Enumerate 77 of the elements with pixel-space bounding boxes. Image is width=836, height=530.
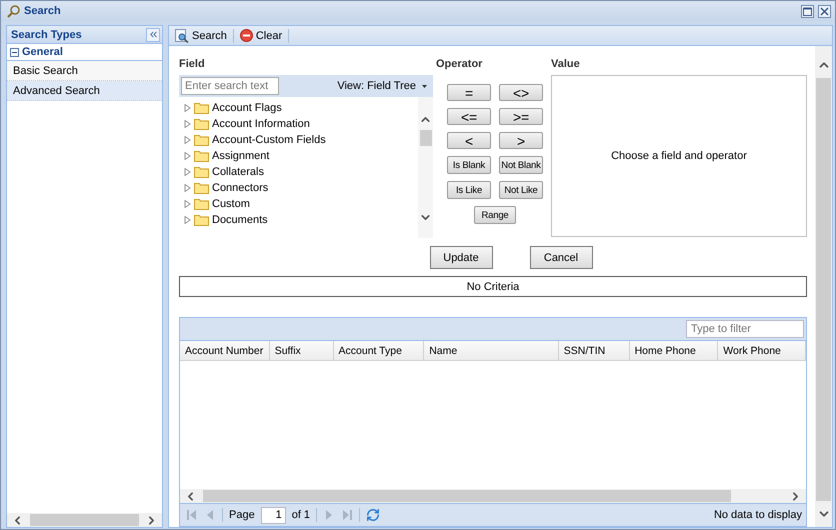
field-label: Field — [179, 58, 206, 71]
horizontal-scrollbar[interactable] — [7, 513, 162, 527]
toolbar-button[interactable]: Clear — [238, 28, 284, 43]
folder-icon — [194, 182, 209, 194]
collapse-button[interactable] — [146, 28, 160, 42]
value-message: Choose a field and operator — [611, 150, 747, 162]
page-field[interactable]: 1 — [260, 506, 286, 524]
search-field[interactable]: Enter search text — [181, 77, 279, 95]
column-header[interactable]: Home Phone — [630, 341, 718, 360]
toolbar-button[interactable]: Search — [173, 28, 229, 44]
close-icon — [820, 6, 829, 16]
tree-item[interactable]: Account Information — [179, 116, 418, 132]
restore-icon — [803, 6, 812, 16]
tree-item[interactable]: Collaterals — [179, 164, 418, 180]
folder-icon — [194, 102, 209, 114]
tree-item[interactable]: Account-Custom Fields — [179, 132, 418, 148]
tree-item[interactable]: Account Flags — [179, 100, 418, 116]
operator-button[interactable]: Not Blank — [499, 156, 543, 174]
filter-field[interactable]: Type to filter — [686, 320, 804, 338]
tree-item[interactable]: Custom — [179, 196, 418, 212]
vertical-scrollbar[interactable] — [418, 97, 433, 238]
column-header[interactable]: Suffix — [270, 341, 334, 360]
page-count: of 1 — [292, 509, 310, 521]
column-header[interactable]: Account Type — [334, 341, 424, 360]
operator-button[interactable]: Is Blank — [447, 156, 491, 174]
operator-label: Operator — [436, 58, 484, 71]
scrollbar-thumb[interactable] — [203, 490, 731, 502]
folder-icon — [194, 214, 209, 226]
tree-item[interactable]: Documents — [179, 212, 418, 228]
operator-button[interactable]: Range — [474, 206, 516, 224]
column-header[interactable]: Name — [424, 341, 559, 360]
column-header[interactable]: Work Phone — [718, 341, 806, 360]
operator-button[interactable]: = — [447, 84, 491, 101]
folder-icon — [194, 118, 209, 130]
view-dropdown[interactable]: View: Field Tree — [337, 80, 427, 92]
operator-button[interactable]: <= — [447, 108, 491, 125]
double-chevron-icon — [148, 29, 158, 40]
tree-item[interactable]: Connectors — [179, 180, 418, 196]
caret-icon — [422, 84, 427, 88]
column-header[interactable]: SSN/TIN — [558, 341, 630, 360]
column-header[interactable]: Account Number — [180, 341, 270, 360]
window-title: Search — [24, 5, 62, 17]
operator-button[interactable]: Not Like — [499, 181, 543, 199]
minus-circle-icon — [240, 29, 253, 42]
restore-button[interactable] — [801, 4, 814, 18]
search-icon — [175, 28, 189, 42]
scrollbar-thumb[interactable] — [816, 78, 831, 501]
sidebar-title: Search Types — [11, 28, 82, 40]
vertical-scrollbar[interactable] — [815, 46, 832, 527]
scrollbar-thumb[interactable] — [30, 514, 139, 526]
page-label: Page — [229, 509, 255, 521]
refresh-icon[interactable] — [366, 508, 380, 522]
close-button[interactable] — [818, 4, 831, 18]
folder-icon — [194, 150, 209, 162]
paging-status: No data to display — [714, 509, 802, 521]
sidebar-item[interactable]: Advanced Search — [7, 81, 162, 101]
horizontal-scrollbar[interactable] — [180, 489, 806, 503]
operator-button[interactable]: < — [447, 132, 491, 149]
folder-icon — [194, 166, 209, 178]
tree-item[interactable]: Assignment — [179, 148, 418, 164]
folder-icon — [194, 134, 209, 146]
scrollbar-thumb[interactable] — [420, 130, 432, 146]
criteria-box: No Criteria — [179, 276, 807, 297]
operator-button[interactable]: >= — [499, 108, 543, 125]
magnifier-icon — [7, 4, 20, 18]
operator-button[interactable]: <> — [499, 84, 543, 101]
operator-button[interactable]: Is Like — [447, 181, 491, 199]
value-label: Value — [551, 58, 581, 71]
first-page-icon[interactable] — [186, 509, 198, 521]
action-button[interactable]: Update — [430, 246, 492, 269]
operator-button[interactable]: > — [499, 132, 543, 149]
last-page-icon[interactable] — [341, 509, 354, 521]
group-label: General — [22, 46, 63, 58]
folder-icon — [194, 198, 209, 210]
minus-box-icon[interactable] — [10, 48, 19, 56]
sidebar-item[interactable]: Basic Search — [7, 61, 162, 81]
action-button[interactable]: Cancel — [530, 246, 592, 269]
